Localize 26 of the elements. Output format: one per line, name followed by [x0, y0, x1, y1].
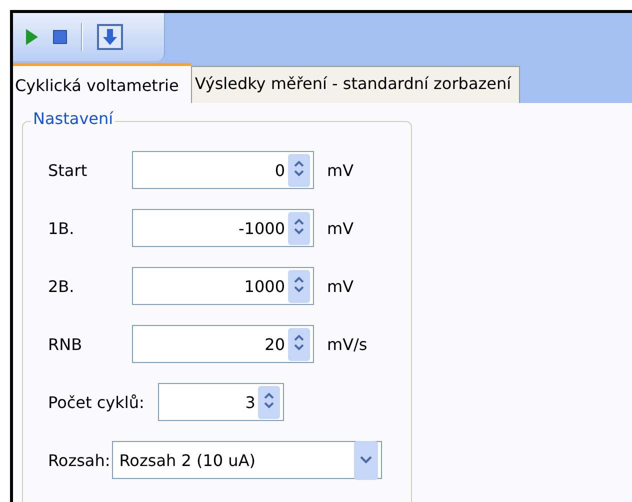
spin-buttons-icon[interactable]	[288, 270, 310, 302]
field-label: Start	[48, 160, 88, 180]
download-icon[interactable]	[97, 24, 123, 50]
unit-label: mV/s	[327, 334, 368, 354]
dropdown-field[interactable]: Rozsah 2 (10 uA)	[112, 441, 382, 479]
unit-label: mV	[327, 276, 354, 296]
spin-buttons-icon[interactable]	[288, 212, 310, 244]
tab[interactable]: Cyklická voltametrie	[13, 63, 191, 103]
spin-buttons-icon[interactable]	[288, 328, 310, 360]
field-label: Rozsah:	[48, 450, 110, 470]
number-field[interactable]: 0	[132, 151, 314, 189]
number-field[interactable]: -1000	[132, 209, 314, 247]
spin-buttons-icon[interactable]	[258, 386, 280, 418]
field-label: 2B.	[48, 276, 76, 296]
number-field[interactable]: 1000	[132, 267, 314, 305]
tab[interactable]: Výsledky měření - standardní zorbazení	[190, 66, 520, 103]
unit-label: mV	[327, 160, 354, 180]
play-icon[interactable]	[25, 28, 39, 46]
number-field[interactable]: 3	[158, 383, 284, 421]
chevron-down-icon[interactable]	[354, 440, 378, 480]
unit-label: mV	[327, 218, 354, 238]
field-label: RNB	[48, 334, 84, 354]
number-field[interactable]: 20	[132, 325, 314, 363]
field-label: 1B.	[48, 218, 76, 238]
spin-buttons-icon[interactable]	[288, 154, 310, 186]
field-label: Počet cyklů:	[48, 392, 144, 412]
